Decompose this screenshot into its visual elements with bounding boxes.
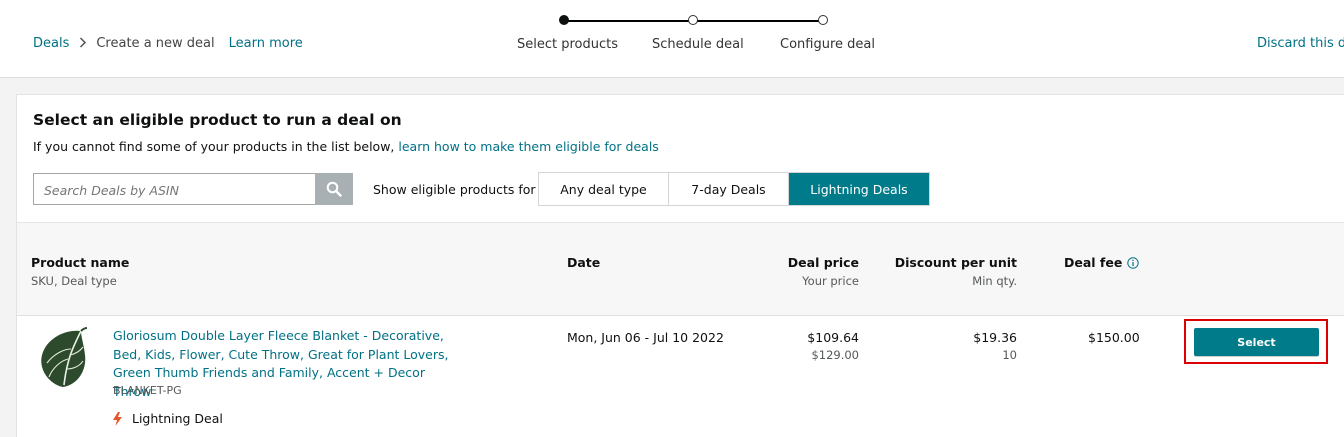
asin-search-field xyxy=(33,173,316,205)
stepper-line xyxy=(564,20,693,22)
table-row: Gloriosum Double Layer Fleece Blanket - … xyxy=(17,315,1344,437)
col-deal-price: Deal price xyxy=(787,255,859,270)
info-icon[interactable] xyxy=(1127,256,1140,269)
col-deal-fee-label: Deal fee xyxy=(1064,255,1123,270)
deal-date-range: Mon, Jun 06 - Jul 10 2022 xyxy=(567,330,724,345)
deal-price-value: $109.64 xyxy=(807,330,859,345)
select-product-button[interactable]: Select xyxy=(1194,328,1319,356)
col-product-name: Product name xyxy=(31,255,130,270)
lightning-bolt-icon xyxy=(113,411,122,426)
breadcrumb-current: Create a new deal xyxy=(96,36,215,51)
step-dot xyxy=(688,15,698,25)
eligibility-help-link[interactable]: learn how to make them eligible for deal… xyxy=(398,139,658,154)
chevron-right-icon xyxy=(79,36,87,51)
discount-per-unit-value: $19.36 xyxy=(973,330,1017,345)
breadcrumb: Deals Create a new deal Learn more xyxy=(33,36,303,51)
filter-7-day-deals[interactable]: 7-day Deals xyxy=(669,173,789,205)
breadcrumb-deals-link[interactable]: Deals xyxy=(33,36,69,51)
col-discount-per-unit: Discount per unit xyxy=(894,255,1017,270)
col-your-price: Your price xyxy=(802,274,859,288)
min-qty-value: 10 xyxy=(1002,348,1017,362)
col-date: Date xyxy=(567,255,601,270)
product-selection-panel: Select an eligible product to run a deal… xyxy=(16,94,1344,437)
your-price-value: $129.00 xyxy=(811,348,859,362)
step-label-select-products: Select products xyxy=(517,37,619,52)
step-dot xyxy=(818,15,828,25)
table-header: Product name SKU, Deal type Date Deal pr… xyxy=(17,222,1344,316)
deal-type-filter: Any deal type 7-day Deals Lightning Deal… xyxy=(538,172,930,206)
col-product-sub: SKU, Deal type xyxy=(31,274,117,288)
deal-type-label: Lightning Deal xyxy=(132,411,223,426)
learn-more-link[interactable]: Learn more xyxy=(229,36,303,51)
panel-subtitle-text: If you cannot find some of your products… xyxy=(33,139,399,154)
col-min-qty: Min qty. xyxy=(972,274,1017,288)
step-dot-current xyxy=(559,15,569,25)
search-button[interactable] xyxy=(315,173,353,205)
filter-lightning-deals[interactable]: Lightning Deals xyxy=(789,173,929,205)
step-label-configure-deal: Configure deal xyxy=(780,37,875,52)
product-sku: BLANKET-PG xyxy=(113,384,182,397)
step-label-schedule-deal: Schedule deal xyxy=(652,37,744,52)
filter-any-deal-type[interactable]: Any deal type xyxy=(539,173,669,205)
deal-fee-value: $150.00 xyxy=(1088,330,1140,345)
panel-title: Select an eligible product to run a deal… xyxy=(33,111,402,129)
search-icon xyxy=(326,181,342,197)
col-deal-fee: Deal fee xyxy=(1064,255,1140,270)
asin-search-input[interactable] xyxy=(42,175,316,205)
top-bar: Deals Create a new deal Learn more Selec… xyxy=(0,0,1344,78)
stepper-line xyxy=(693,20,823,22)
deal-type-filter-label: Show eligible products for xyxy=(373,182,536,197)
panel-subtitle: If you cannot find some of your products… xyxy=(33,139,659,154)
product-thumbnail xyxy=(41,327,88,387)
deal-type-badge: Lightning Deal xyxy=(113,411,223,426)
discard-deal-link[interactable]: Discard this de xyxy=(1257,36,1344,51)
